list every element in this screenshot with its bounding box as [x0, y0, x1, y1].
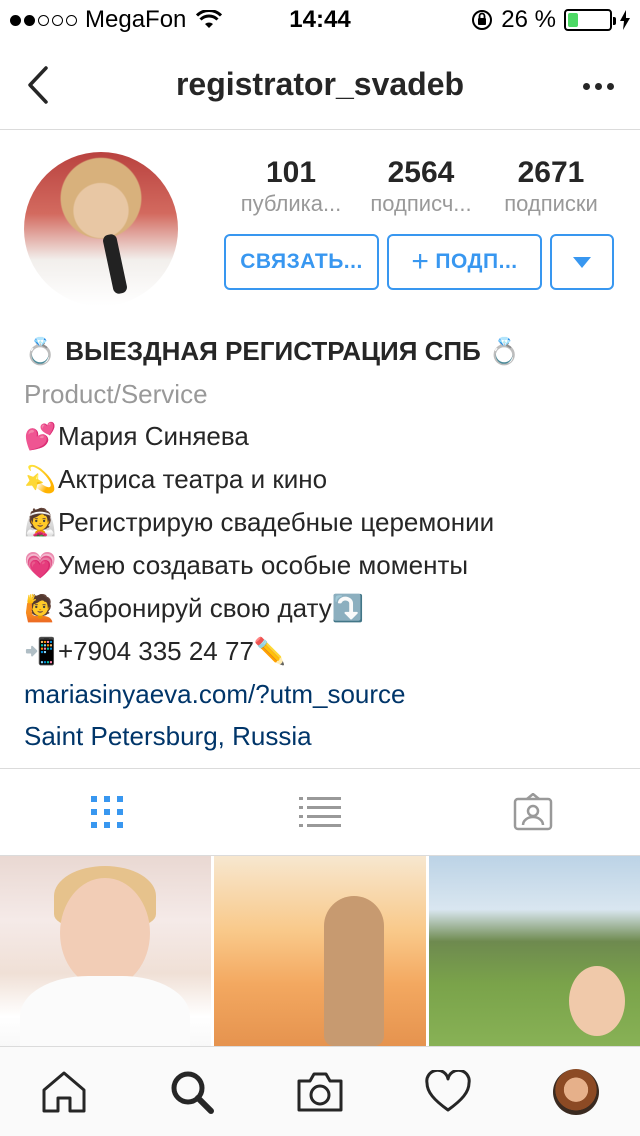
pencil-emoji: ✏️	[253, 636, 287, 666]
bio-line: 👰Регистрирую свадебные церемонии	[24, 501, 624, 544]
status-bar: MegaFon 14:44 26 %	[0, 0, 640, 40]
status-right: 26 %	[471, 6, 630, 34]
profile-username: registrator_svadeb	[175, 66, 465, 102]
stat-followers-count: 2564	[387, 156, 455, 189]
tab-grid[interactable]	[0, 769, 213, 855]
bio-line: 📲+7904 335 24 77✏️	[24, 630, 624, 673]
dizzy-emoji: 💫	[24, 465, 57, 495]
battery-icon	[564, 9, 616, 31]
profile-bio: 💍 ВЫЕЗДНАЯ РЕГИСТРАЦИЯ СПБ 💍 Product/Ser…	[24, 330, 624, 757]
bio-title: 💍 ВЫЕЗДНАЯ РЕГИСТРАЦИЯ СПБ 💍	[24, 330, 624, 373]
stat-following-count: 2671	[517, 156, 585, 189]
contact-button[interactable]: СВЯЗАТЬ...	[224, 234, 379, 290]
tab-tagged[interactable]	[427, 769, 640, 855]
arrow-down-emoji: ⤵️	[331, 593, 365, 623]
grid-icon	[90, 796, 123, 828]
bio-location-link[interactable]: Saint Petersburg, Russia	[24, 715, 624, 757]
bride-emoji: 👰	[24, 508, 57, 538]
battery-percent: 26 %	[501, 6, 556, 33]
bio-line: 💗Умею создавать особые моменты	[24, 544, 624, 587]
stat-posts[interactable]: 101 публика...	[226, 156, 356, 218]
growing-heart-emoji: 💗	[24, 551, 57, 581]
phone-emoji: 📲	[24, 637, 57, 667]
ring-emoji: 💍	[24, 337, 57, 367]
navigation-bar: registrator_svadeb	[0, 40, 640, 130]
stat-followers-label: подписч...	[370, 191, 472, 216]
profile-view-tabs	[0, 768, 640, 856]
orientation-lock-icon	[472, 10, 493, 30]
tab-list[interactable]	[213, 769, 426, 855]
bottom-tab-bar	[0, 1046, 640, 1136]
suggested-accounts-dropdown-button[interactable]	[550, 234, 614, 290]
tabbar-camera[interactable]	[256, 1047, 384, 1136]
profile-avatar-icon	[553, 1068, 599, 1115]
tagged-photos-icon	[514, 793, 553, 831]
charging-bolt-icon	[620, 10, 630, 30]
profile-stats: 101 публика... 2564 подписч... 2671 подп…	[226, 156, 618, 218]
tabbar-activity[interactable]	[384, 1047, 512, 1136]
home-icon	[42, 1071, 86, 1112]
grid-photo[interactable]	[428, 856, 640, 1046]
heart-icon	[425, 1069, 471, 1111]
list-icon	[298, 797, 341, 827]
bio-line: 💕Мария Синяева	[24, 415, 624, 458]
plus-icon: +	[411, 245, 430, 278]
bio-line: 💫Актриса театра и кино	[24, 458, 624, 501]
two-hearts-emoji: 💕	[24, 422, 57, 452]
bio-title-text: ВЫЕЗДНАЯ РЕГИСТРАЦИЯ СПБ	[65, 336, 481, 366]
stat-following[interactable]: 2671 подписки	[486, 156, 616, 218]
bio-line-text: Регистрирую свадебные церемонии	[58, 507, 495, 537]
photo-grid	[0, 856, 640, 1046]
tabbar-home[interactable]	[0, 1047, 128, 1136]
bio-website-link[interactable]: mariasinyaeva.com/?utm_source	[24, 673, 624, 715]
bio-category: Product/Service	[24, 379, 208, 409]
camera-icon	[297, 1072, 343, 1111]
grid-photo[interactable]	[0, 856, 212, 1046]
more-options-button[interactable]	[576, 66, 620, 106]
bio-line: 🙋Забронируй свою дату⤵️	[24, 587, 624, 630]
bio-phone[interactable]: +7904 335 24 77	[58, 636, 254, 666]
battery-level	[568, 13, 579, 27]
stat-following-label: подписки	[504, 191, 598, 216]
tabbar-search[interactable]	[128, 1047, 256, 1136]
stat-posts-count: 101	[265, 156, 317, 189]
bio-line-text: Забронируй свою дату	[58, 593, 332, 623]
bio-line-text: Мария Синяева	[58, 421, 249, 451]
more-horizontal-icon	[582, 82, 590, 90]
tabbar-profile[interactable]	[512, 1047, 640, 1136]
stat-followers[interactable]: 2564 подписч...	[356, 156, 486, 218]
search-icon	[171, 1071, 214, 1114]
microphone-shape	[101, 233, 129, 295]
follow-button-label: ПОДП...	[435, 250, 518, 273]
grid-photo[interactable]	[214, 856, 426, 1046]
raising-hand-emoji: 🙋	[24, 594, 57, 624]
bio-line-text: Умею создавать особые моменты	[58, 550, 469, 580]
ring-emoji: 💍	[488, 337, 521, 367]
profile-avatar[interactable]	[24, 152, 178, 306]
bio-line-text: Актриса театра и кино	[58, 464, 328, 494]
stat-posts-label: публика...	[240, 191, 342, 216]
follow-button[interactable]: + ПОДП...	[387, 234, 542, 290]
caret-down-icon	[573, 256, 591, 268]
